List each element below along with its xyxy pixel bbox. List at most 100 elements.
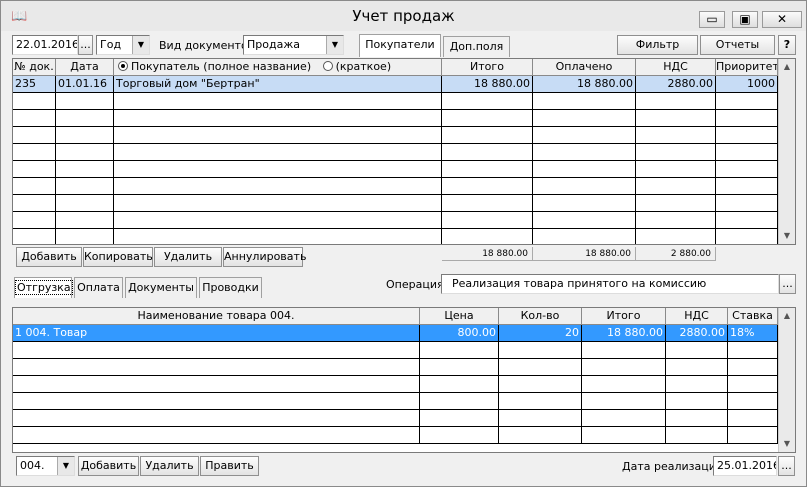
sale-date-picker-button[interactable]: ... [778,456,795,476]
table-cell[interactable] [728,393,778,410]
tab-buyers[interactable]: Покупатели [359,34,441,57]
add-doc-button[interactable]: Добавить [16,247,82,267]
minimize-button[interactable]: ▭ [699,11,725,28]
table-cell[interactable] [533,195,636,212]
tab-documents[interactable]: Документы [125,277,197,298]
radio-short-name[interactable] [322,61,333,71]
table-cell[interactable] [420,359,499,376]
table-cell[interactable] [499,359,582,376]
triangle-up-icon[interactable]: ▲ [779,59,795,75]
table-cell[interactable] [636,127,716,144]
cell-num[interactable]: 235 [13,76,56,93]
table-cell[interactable] [636,144,716,161]
table-cell[interactable] [56,178,114,195]
table-cell[interactable] [420,376,499,393]
group-select[interactable]: 004. ▼ [16,456,75,476]
table-cell[interactable] [636,212,716,229]
table-cell[interactable] [666,410,728,427]
table-cell[interactable] [13,212,56,229]
col-header-goods-name[interactable]: Наименование товара 004. [13,308,420,325]
table-cell[interactable] [442,110,533,127]
table-cell[interactable] [533,178,636,195]
operation-select-button[interactable]: ... [779,274,796,294]
table-cell[interactable] [114,93,442,110]
table-cell[interactable] [666,376,728,393]
table-cell[interactable] [636,195,716,212]
table-cell[interactable] [442,178,533,195]
edit-goods-button[interactable]: Править [200,456,259,476]
operation-field[interactable]: Реализация товара принятого на комиссию [441,274,779,294]
table-cell[interactable] [56,127,114,144]
table-cell[interactable] [582,376,666,393]
filter-button[interactable]: Фильтр [617,35,698,55]
table-cell[interactable] [13,342,420,359]
triangle-down-icon[interactable]: ▼ [132,36,149,54]
table-cell[interactable] [114,212,442,229]
table-cell[interactable] [499,376,582,393]
table-cell[interactable] [666,427,728,444]
cell-paid[interactable]: 18 880.00 [533,76,636,93]
table-cell[interactable] [716,212,778,229]
cell-vat[interactable]: 2880.00 [636,76,716,93]
sale-date-field[interactable]: 25.01.2016 [713,456,777,476]
table-cell[interactable] [716,93,778,110]
table-cell[interactable] [499,410,582,427]
table-cell[interactable] [716,110,778,127]
table-cell[interactable] [533,93,636,110]
table-cell[interactable] [13,93,56,110]
table-cell[interactable] [716,161,778,178]
table-cell[interactable] [13,427,420,444]
table-cell[interactable] [114,144,442,161]
table-cell[interactable] [533,229,636,244]
table-cell[interactable] [582,410,666,427]
cancel-doc-button[interactable]: Аннулировать [223,247,306,267]
table-cell[interactable] [420,393,499,410]
cell-goods-name[interactable]: 1 004. Товар [13,325,420,342]
cell-rate[interactable]: 18% [728,325,778,342]
col-header-priority[interactable]: Приоритет [716,59,778,76]
docs-scrollbar[interactable]: ▲ ▼ [778,59,795,244]
title-bar[interactable]: 📖 Учет продаж ▭ ▣ ✕ [1,1,806,31]
table-cell[interactable] [582,393,666,410]
col-header-goods-vat[interactable]: НДС [666,308,728,325]
table-cell[interactable] [636,178,716,195]
table-cell[interactable] [114,229,442,244]
table-cell[interactable] [666,342,728,359]
table-cell[interactable] [114,127,442,144]
cell-date[interactable]: 01.01.16 [56,76,114,93]
tab-payment[interactable]: Оплата [74,277,123,298]
table-cell[interactable] [114,110,442,127]
table-cell[interactable] [716,144,778,161]
table-cell[interactable] [420,342,499,359]
table-cell[interactable] [533,144,636,161]
date-picker-button[interactable]: ... [78,35,93,55]
col-header-rate[interactable]: Ставка [728,308,778,325]
radio-full-name[interactable] [118,61,128,71]
table-cell[interactable] [420,427,499,444]
table-cell[interactable] [13,376,420,393]
tab-extra-fields[interactable]: Доп.поля [443,36,510,57]
table-cell[interactable] [56,93,114,110]
table-cell[interactable] [442,195,533,212]
table-cell[interactable] [636,161,716,178]
table-cell[interactable] [636,93,716,110]
cell-goods-vat[interactable]: 2880.00 [666,325,728,342]
cell-goods-total[interactable]: 18 880.00 [582,325,666,342]
goods-scrollbar[interactable]: ▲ ▼ [778,308,795,452]
copy-doc-button[interactable]: Копировать [83,247,153,267]
add-goods-button[interactable]: Добавить [78,456,139,476]
table-cell[interactable] [582,427,666,444]
cell-price[interactable]: 800.00 [420,325,499,342]
table-cell[interactable] [716,178,778,195]
triangle-down-icon[interactable]: ▼ [779,436,795,452]
triangle-down-icon[interactable]: ▼ [779,228,795,244]
tab-shipment[interactable]: Отгрузка [14,277,73,298]
table-cell[interactable] [13,144,56,161]
table-cell[interactable] [56,144,114,161]
table-cell[interactable] [442,127,533,144]
table-cell[interactable] [582,342,666,359]
close-button[interactable]: ✕ [762,11,802,28]
doc-type-select[interactable]: Продажа ▼ [243,35,344,55]
period-select[interactable]: Год ▼ [96,35,150,55]
table-cell[interactable] [442,93,533,110]
